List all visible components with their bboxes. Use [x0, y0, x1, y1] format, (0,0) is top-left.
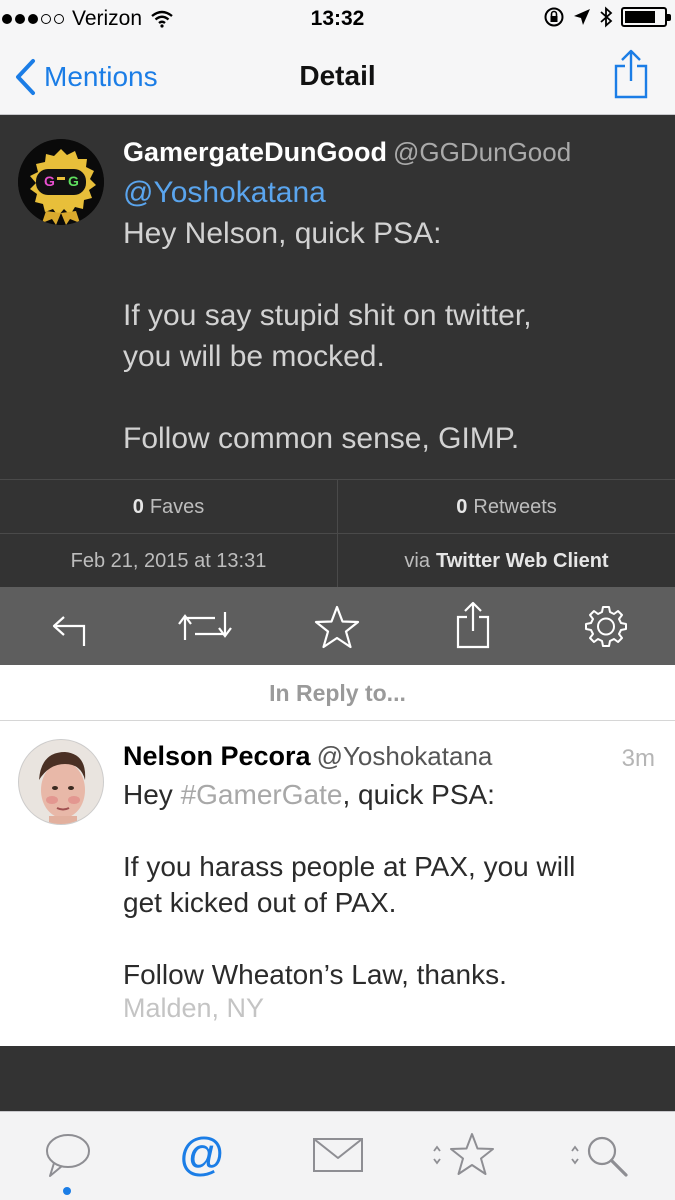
- active-tab-indicator: [63, 1187, 71, 1195]
- page-title: Detail: [299, 60, 376, 91]
- at-icon[interactable]: @: [174, 1130, 230, 1180]
- battery-icon: [621, 7, 671, 27]
- avatar[interactable]: [18, 739, 104, 825]
- tweet-timestamp: 3m: [621, 745, 655, 772]
- svg-text:G: G: [68, 173, 79, 189]
- main-tweet: G G GamergateDunGood @GGDunGood @Yoshokat…: [0, 115, 675, 479]
- faves-stat[interactable]: 0 Faves: [0, 480, 337, 534]
- tweet-header: GamergateDunGood @GGDunGood: [123, 137, 571, 168]
- tweet-source[interactable]: via Twitter Web Client: [338, 534, 675, 588]
- tweet-line: get kicked out of PAX.: [123, 887, 397, 918]
- faves-label: Faves: [149, 495, 205, 518]
- share-icon[interactable]: [613, 48, 649, 100]
- navigation-bar: Mentions Detail: [0, 40, 675, 115]
- chat-icon[interactable]: [40, 1130, 96, 1180]
- svg-text:G: G: [44, 173, 55, 189]
- tweet-line: Hey #GamerGate, quick PSA:: [123, 777, 653, 813]
- star-icon[interactable]: [313, 604, 361, 650]
- in-reply-to-header: In Reply to...: [0, 665, 675, 721]
- tweet-header: Nelson Pecora @Yoshokatana: [123, 741, 492, 772]
- status-right: [543, 6, 671, 28]
- tweet-action-bar: [0, 587, 675, 665]
- tweet-text: Hey #GamerGate, quick PSA: If you harass…: [123, 777, 653, 993]
- retweets-stat[interactable]: 0 Retweets: [338, 480, 675, 534]
- location-icon: [574, 9, 590, 25]
- via-client: Twitter Web Client: [435, 549, 609, 572]
- tweet-line: Follow Wheaton’s Law, thanks.: [123, 959, 507, 990]
- rotation-lock-icon: [544, 7, 564, 27]
- profile-photo-icon: [19, 740, 103, 824]
- tweet-stats: 0 Faves 0 Retweets Feb 21, 2015 at 13:31 v…: [0, 479, 675, 588]
- tweet-line: Follow common sense, GIMP.: [123, 422, 520, 455]
- gear-icon[interactable]: [584, 604, 628, 648]
- reply-tweet[interactable]: Nelson Pecora @Yoshokatana 3m Hey #GamerG…: [0, 721, 675, 1046]
- author-name[interactable]: Nelson Pecora: [123, 741, 311, 771]
- author-handle[interactable]: @GGDunGood: [393, 137, 571, 167]
- author-handle[interactable]: @Yoshokatana: [317, 741, 493, 771]
- share-icon[interactable]: [455, 601, 491, 649]
- tweet-location[interactable]: Malden, NY: [123, 993, 264, 1024]
- avatar[interactable]: G G: [18, 139, 104, 225]
- bluetooth-icon: [600, 6, 613, 28]
- svg-text:@: @: [179, 1130, 226, 1180]
- tweet-line: If you harass people at PAX, you will: [123, 851, 576, 882]
- favorites-icon[interactable]: [430, 1130, 500, 1180]
- author-name[interactable]: GamergateDunGood: [123, 137, 387, 167]
- mail-icon[interactable]: [310, 1130, 366, 1180]
- retweets-count: 0: [456, 495, 468, 518]
- search-icon[interactable]: [568, 1130, 632, 1180]
- via-prefix: via: [404, 549, 430, 572]
- tweet-date: Feb 21, 2015 at 13:31: [70, 549, 267, 572]
- retweets-label: Retweets: [473, 495, 557, 518]
- hashtag-link[interactable]: #GamerGate: [181, 779, 343, 810]
- mention-link[interactable]: @Yoshokatana: [123, 172, 653, 213]
- tweet-line: Hey Nelson, quick PSA:: [123, 217, 442, 250]
- tweet-line: you will be mocked.: [123, 340, 385, 373]
- retweet-icon[interactable]: [177, 604, 233, 648]
- tweet-text: @Yoshokatana Hey Nelson, quick PSA: If y…: [123, 172, 653, 459]
- tweet-text-segment: Hey: [123, 779, 181, 810]
- gamergate-logo-icon: G G: [18, 139, 104, 225]
- tweet-line: If you say stupid shit on twitter,: [123, 299, 532, 332]
- status-bar: Verizon 13:32: [0, 0, 675, 40]
- tab-bar: @: [0, 1111, 675, 1200]
- tweet-text-segment: , quick PSA:: [342, 779, 495, 810]
- reply-icon[interactable]: [46, 604, 90, 648]
- faves-count: 0: [132, 495, 144, 518]
